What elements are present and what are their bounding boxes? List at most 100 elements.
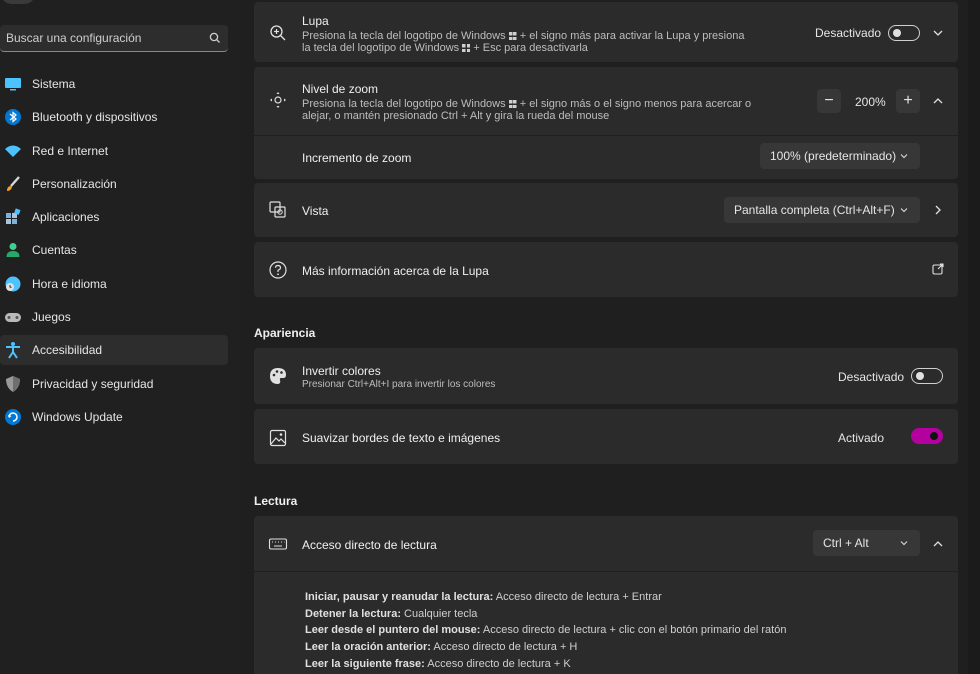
shortcut-line: Detener la lectura: Cualquier tecla (305, 606, 786, 623)
chevron-down-icon (900, 541, 908, 546)
chevron-up-icon[interactable] (931, 94, 945, 108)
keyboard-icon (268, 538, 288, 550)
lupa-description: Presiona la tecla del logotipo de Window… (302, 30, 792, 54)
scrollbar[interactable] (968, 0, 980, 674)
vista-title: Vista (302, 204, 329, 218)
lectura-heading: Lectura (254, 494, 298, 508)
invert-colors-card[interactable]: Invertir colores Presionar Ctrl+Alt+I pa… (254, 348, 958, 404)
sidebar-item-hora[interactable]: Hora e idioma (0, 269, 228, 299)
external-link-icon[interactable] (931, 262, 945, 276)
smooth-edges-card[interactable]: Suavizar bordes de texto e imágenes Acti… (254, 409, 958, 464)
shortcut-line-text: Cualquier tecla (400, 607, 478, 620)
zoom-desc-1a: Presiona la tecla del logotipo de Window… (302, 98, 506, 110)
zoom-increment-value: 100% (predeterminado) (770, 149, 897, 163)
sidebar-item-red[interactable]: Red e Internet (0, 136, 228, 166)
sidebar-item-cuentas[interactable]: Cuentas (0, 235, 228, 265)
shortcut-line: Leer desde el puntero del mouse: Acceso … (305, 622, 786, 639)
reading-shortcuts-list: Iniciar, pausar y reanudar la lectura: A… (254, 572, 958, 674)
zoom-card: Nivel de zoom Presiona la tecla del logo… (254, 67, 958, 179)
toggle-knob (916, 372, 924, 380)
shortcut-line-bold: Iniciar, pausar y reanudar la lectura: (305, 591, 494, 603)
magnifier-icon (270, 25, 286, 41)
sidebar-item-personalizacion[interactable]: Personalización (0, 169, 228, 199)
windows-logo-icon (462, 44, 471, 52)
sidebar-item-accesibilidad[interactable]: Accesibilidad (0, 335, 228, 366)
toggle-knob (893, 29, 901, 37)
zoom-move-icon (270, 92, 286, 108)
view-icon (269, 201, 286, 218)
shortcut-line-bold: Leer desde el puntero del mouse: (305, 624, 481, 637)
vista-dropdown[interactable]: Pantalla completa (Ctrl+Alt+F) (724, 197, 920, 223)
zoom-description: Presiona la tecla del logotipo de Window… (302, 98, 792, 122)
sidebar-item-label: Personalización (32, 176, 117, 191)
smooth-toggle[interactable] (911, 428, 943, 444)
sidebar-item-label: Sistema (32, 77, 76, 91)
chevron-down-icon (900, 154, 908, 159)
shortcut-line-bold: Leer la oración anterior: (305, 641, 431, 654)
chevron-down-icon (900, 208, 908, 213)
globe-clock-icon (4, 275, 22, 293)
vista-card[interactable]: Vista Pantalla completa (Ctrl+Alt+F) (254, 183, 958, 237)
search-box[interactable] (0, 25, 228, 52)
apps-icon (4, 208, 22, 226)
wifi-icon (4, 142, 22, 160)
sidebar-item-juegos[interactable]: Juegos (0, 302, 228, 332)
more-info-card[interactable]: Más información acerca de la Lupa (254, 242, 958, 297)
palette-icon (270, 368, 286, 384)
help-icon (269, 261, 287, 279)
shortcut-lines: Iniciar, pausar y reanudar la lectura: A… (305, 589, 786, 673)
monitor-icon (4, 75, 22, 93)
shortcut-line-text: Acceso directo de lectura + Entrar (493, 591, 662, 603)
apariencia-heading: Apariencia (254, 326, 316, 340)
lupa-toggle[interactable] (888, 25, 920, 41)
chevron-down-icon[interactable] (931, 26, 945, 40)
search-icon[interactable] (208, 31, 222, 45)
reading-shortcut-value: Ctrl + Alt (823, 536, 869, 550)
reading-shortcut-dropdown[interactable]: Ctrl + Alt (813, 530, 920, 556)
toggle-knob (930, 432, 938, 440)
sidebar: Sistema Bluetooth y dispositivos Red e I… (0, 0, 240, 674)
vista-value: Pantalla completa (Ctrl+Alt+F) (734, 203, 895, 217)
sidebar-item-label: Accesibilidad (32, 343, 103, 358)
bluetooth-icon (4, 108, 22, 126)
reading-shortcut-title: Acceso directo de lectura (302, 538, 437, 552)
lupa-card[interactable]: Lupa Presiona la tecla del logotipo de W… (254, 2, 958, 62)
sidebar-item-label: Hora e idioma (32, 276, 107, 291)
invert-description: Presionar Ctrl+Alt+I para invertir los c… (302, 379, 496, 390)
sidebar-item-bluetooth[interactable]: Bluetooth y dispositivos (0, 102, 228, 132)
lupa-state: Desactivado (815, 26, 882, 40)
lupa-desc-2b: + Esc para desactivarla (473, 42, 588, 54)
sidebar-item-label: Privacidad y seguridad (32, 376, 154, 391)
smooth-state: Activado (838, 431, 885, 445)
lupa-desc-1b: + el signo más para activar la Lupa y pr… (519, 30, 745, 42)
chevron-up-icon[interactable] (931, 537, 945, 551)
image-icon (269, 429, 287, 447)
zoom-increment-dropdown[interactable]: 100% (predeterminado) (760, 143, 920, 169)
shortcut-line-text: Acceso directo de lectura + K (424, 657, 571, 670)
smooth-title: Suavizar bordes de texto e imágenes (302, 431, 501, 445)
invert-title: Invertir colores (302, 364, 381, 378)
person-icon (4, 241, 22, 259)
more-info-title: Más información acerca de la Lupa (302, 264, 489, 278)
lupa-desc-2a: la tecla del logotipo de Windows (302, 42, 460, 54)
sidebar-item-privacidad[interactable]: Privacidad y seguridad (0, 369, 228, 399)
zoom-value: 200% (855, 95, 886, 109)
shortcut-line: Leer la siguiente frase: Acceso directo … (305, 656, 786, 673)
divider (254, 135, 958, 136)
invert-state: Desactivado (838, 370, 905, 384)
search-input[interactable] (6, 31, 208, 45)
sidebar-item-windows-update[interactable]: Windows Update (0, 402, 228, 432)
shortcut-line-text: Acceso directo de lectura + H (430, 641, 578, 654)
sidebar-item-aplicaciones[interactable]: Aplicaciones (0, 202, 228, 232)
invert-toggle[interactable] (911, 368, 943, 384)
lupa-title: Lupa (302, 14, 329, 28)
sidebar-item-label: Aplicaciones (32, 210, 100, 225)
lupa-desc-1a: Presiona la tecla del logotipo de Window… (302, 30, 506, 42)
sidebar-item-sistema[interactable]: Sistema (0, 69, 228, 99)
zoom-in-button[interactable]: + (896, 89, 920, 113)
chevron-right-icon[interactable] (931, 203, 945, 217)
update-icon (4, 408, 22, 426)
avatar[interactable] (0, 0, 36, 4)
zoom-out-button[interactable]: − (817, 89, 841, 113)
shortcut-line: Iniciar, pausar y reanudar la lectura: A… (305, 589, 786, 606)
